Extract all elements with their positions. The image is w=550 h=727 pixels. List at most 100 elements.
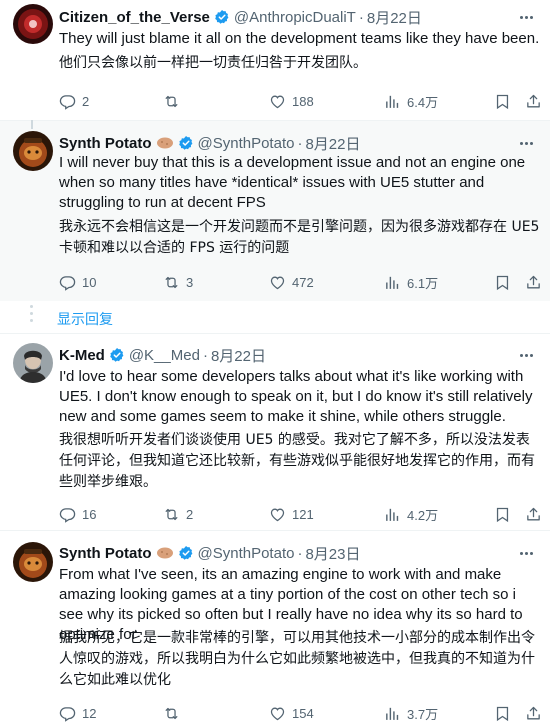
avatar[interactable] <box>13 4 53 44</box>
reply-button[interactable]: 12 <box>59 703 96 723</box>
bookmark-button[interactable] <box>494 703 511 723</box>
bookmark-button[interactable] <box>494 91 511 111</box>
views-count: 4.2万 <box>407 507 439 523</box>
tweet[interactable]: Citizen_of_the_Verse @AnthropicDualiT · … <box>0 0 550 120</box>
tweet-header: Synth Potato @SynthPotato · 8月22日 <box>59 133 360 153</box>
reply-icon <box>59 274 76 291</box>
repost-button[interactable] <box>163 91 186 111</box>
views-button[interactable]: 4.2万 <box>384 504 438 524</box>
like-icon <box>269 274 286 291</box>
timestamp[interactable]: 8月22日 <box>367 7 422 28</box>
views-button[interactable]: 6.4万 <box>384 91 438 111</box>
like-button[interactable]: 154 <box>269 703 314 723</box>
share-icon <box>525 705 542 722</box>
repost-button[interactable]: 2 <box>163 504 193 524</box>
share-button[interactable] <box>525 272 542 292</box>
verified-badge-icon <box>109 347 125 363</box>
tweet-header: Citizen_of_the_Verse @AnthropicDualiT · … <box>59 7 422 27</box>
separator-dot: · <box>297 134 303 152</box>
like-button[interactable]: 472 <box>269 272 314 292</box>
separator-dot: · <box>202 346 208 364</box>
handle[interactable]: @SynthPotato <box>198 135 295 152</box>
more-icon[interactable] <box>516 133 536 153</box>
bookmark-icon <box>494 93 511 110</box>
repost-icon <box>163 506 180 523</box>
reply-button[interactable]: 16 <box>59 504 96 524</box>
share-icon <box>525 93 542 110</box>
separator-dot: · <box>358 8 364 26</box>
share-button[interactable] <box>525 91 542 111</box>
views-count: 3.7万 <box>407 706 439 722</box>
tweet[interactable]: Synth Potato @SynthPotato · 8月23日 From w… <box>0 531 550 727</box>
like-icon <box>269 705 286 722</box>
verified-badge-icon <box>178 545 194 561</box>
like-count: 154 <box>292 705 314 721</box>
tweet-translation: 我很想听听开发者们谈谈使用 UE5 的感受。我对它了解不多，所以没法发表任何评论… <box>59 432 535 490</box>
reply-count: 16 <box>82 506 97 522</box>
repost-count: 3 <box>186 274 194 290</box>
like-count: 188 <box>292 93 314 109</box>
reply-button[interactable]: 10 <box>59 272 96 292</box>
avatar[interactable] <box>13 131 53 171</box>
display-name[interactable]: Synth Potato <box>59 545 152 562</box>
repost-button[interactable] <box>163 703 186 723</box>
tweet-translation: 他们只会像以前一样把一切责任归咎于开发团队。 <box>59 55 367 71</box>
thread-line <box>31 120 33 129</box>
tweet-text: I'd love to hear some developers talks a… <box>59 368 533 425</box>
bookmark-icon <box>494 274 511 291</box>
more-icon[interactable] <box>516 345 536 365</box>
more-icon[interactable] <box>516 7 536 27</box>
bookmark-button[interactable] <box>494 272 511 292</box>
views-icon <box>384 705 401 722</box>
views-icon <box>384 93 401 110</box>
display-name[interactable]: Synth Potato <box>59 135 152 152</box>
timestamp[interactable]: 8月23日 <box>305 543 360 564</box>
reply-icon <box>59 506 76 523</box>
handle[interactable]: @K__Med <box>129 347 200 364</box>
views-count: 6.4万 <box>407 94 439 110</box>
verified-badge-icon <box>214 9 230 25</box>
reply-count: 12 <box>82 705 97 721</box>
reply-count: 10 <box>82 274 97 290</box>
reply-icon <box>59 93 76 110</box>
tweet[interactable]: K-Med @K__Med · 8月22日 I'd love to hear s… <box>0 334 550 530</box>
reply-button[interactable]: 2 <box>59 91 89 111</box>
thread-dots <box>30 305 33 326</box>
like-button[interactable]: 188 <box>269 91 314 111</box>
display-name[interactable]: Citizen_of_the_Verse <box>59 9 210 26</box>
views-button[interactable]: 3.7万 <box>384 703 438 723</box>
share-icon <box>525 274 542 291</box>
share-button[interactable] <box>525 504 542 524</box>
bookmark-icon <box>494 506 511 523</box>
handle[interactable]: @AnthropicDualiT <box>234 9 356 26</box>
views-count: 6.1万 <box>407 275 439 291</box>
potato-emoji-icon <box>156 547 173 559</box>
like-icon <box>269 93 286 110</box>
reply-count: 2 <box>82 93 90 109</box>
repost-icon <box>163 274 180 291</box>
views-button[interactable]: 6.1万 <box>384 272 438 292</box>
like-button[interactable]: 121 <box>269 504 314 524</box>
timestamp[interactable]: 8月22日 <box>305 133 360 154</box>
share-button[interactable] <box>525 703 542 723</box>
show-replies-link[interactable]: 显示回复 <box>57 309 113 329</box>
handle[interactable]: @SynthPotato <box>198 545 295 562</box>
avatar[interactable] <box>13 343 53 383</box>
display-name[interactable]: K-Med <box>59 347 105 364</box>
avatar[interactable] <box>13 542 53 582</box>
repost-button[interactable]: 3 <box>163 272 193 292</box>
timestamp[interactable]: 8月22日 <box>211 345 266 366</box>
tweet[interactable]: Synth Potato @SynthPotato · 8月22日 I will… <box>0 120 550 301</box>
bookmark-button[interactable] <box>494 504 511 524</box>
views-icon <box>384 506 401 523</box>
action-bar: 10 3 472 6.1万 <box>59 272 541 292</box>
potato-emoji-icon <box>156 137 173 149</box>
more-icon[interactable] <box>516 543 536 563</box>
tweet-translation: 据我所见，它是一款非常棒的引擎，可以用其他技术一小部分的成本制作出令人惊叹的游戏… <box>59 630 535 688</box>
action-bar: 2 188 6.4万 <box>59 91 541 111</box>
verified-badge-icon <box>178 135 194 151</box>
repost-count: 2 <box>186 506 194 522</box>
bookmark-icon <box>494 705 511 722</box>
like-count: 121 <box>292 506 314 522</box>
tweet-text: I will never buy that this is a developm… <box>59 154 526 211</box>
